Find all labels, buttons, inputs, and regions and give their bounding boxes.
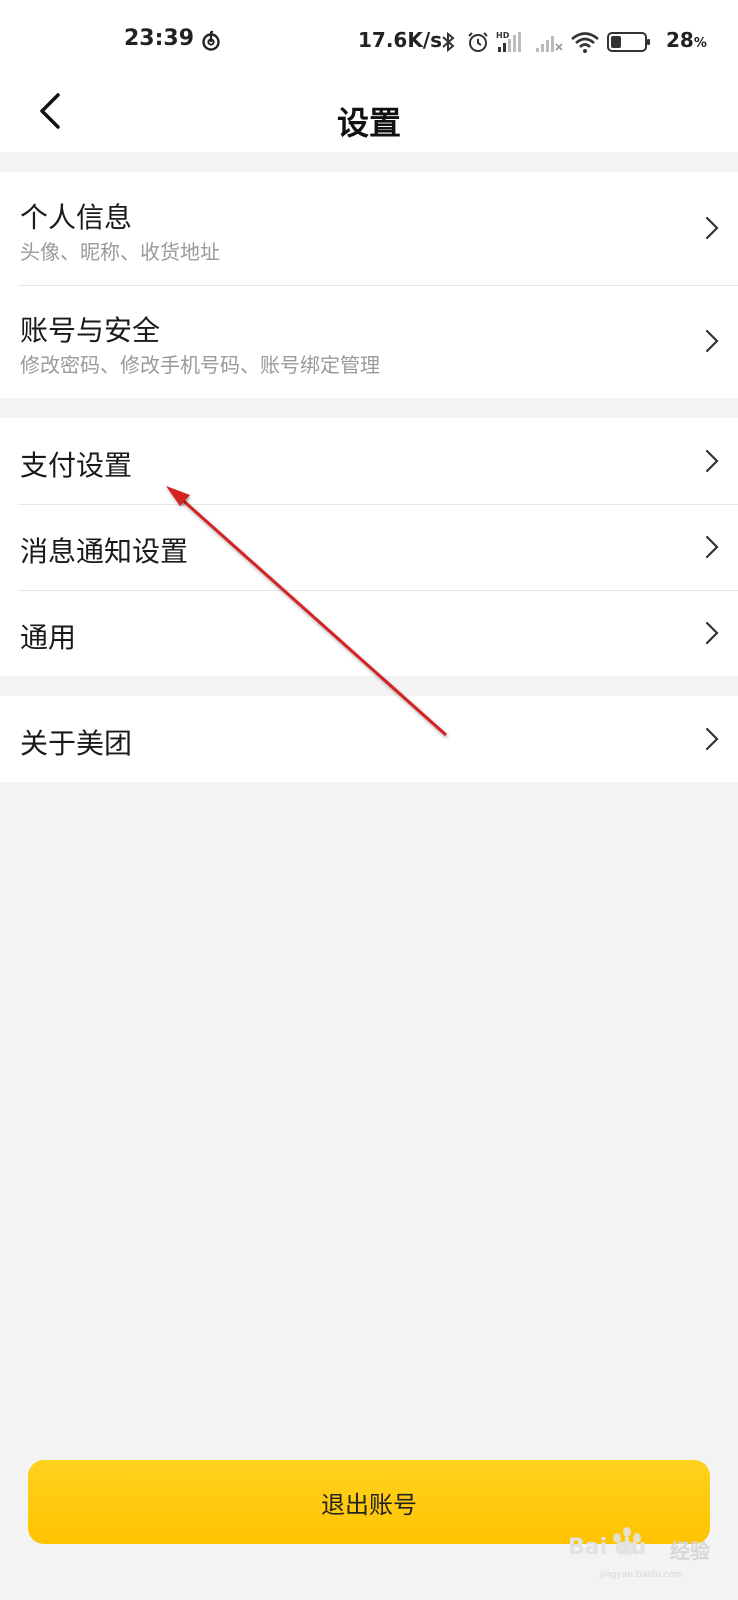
chevron-right-icon: [705, 727, 719, 751]
settings-group-account: 个人信息 头像、昵称、收货地址 账号与安全 修改密码、修改手机号码、账号绑定管理: [0, 172, 738, 398]
alarm-icon: [468, 32, 488, 52]
settings-item-subtitle: 头像、昵称、收货地址: [20, 240, 220, 264]
settings-group-about: 关于美团: [0, 696, 738, 782]
settings-item-label: 个人信息: [20, 201, 133, 234]
wifi-icon: [571, 32, 599, 53]
chevron-right-icon: [705, 449, 719, 473]
chevron-right-icon: [705, 329, 719, 353]
settings-item-label: 账号与安全: [20, 314, 161, 347]
chevron-right-icon: [705, 216, 719, 240]
settings-item-label: 关于美团: [20, 727, 133, 760]
battery-icon: [607, 32, 650, 52]
settings-item-personal-info[interactable]: 个人信息 头像、昵称、收货地址: [0, 172, 738, 285]
settings-item-notifications[interactable]: 消息通知设置: [0, 504, 738, 590]
signal-no-service-icon: [536, 36, 563, 52]
nav-bar: 设置: [0, 84, 738, 152]
chevron-right-icon: [705, 535, 719, 559]
settings-item-label: 消息通知设置: [20, 535, 189, 568]
signal-hd-icon: HD: [496, 31, 521, 52]
bluetooth-icon: [442, 31, 455, 53]
settings-item-label: 通用: [20, 621, 77, 654]
network-speed: 17.6K/s: [358, 28, 443, 52]
chevron-right-icon: [705, 621, 719, 645]
netease-music-icon: [202, 30, 220, 51]
hd-label: HD: [496, 31, 510, 40]
page-title: 设置: [336, 104, 401, 142]
settings-group-preferences: 支付设置 消息通知设置 通用: [0, 418, 738, 676]
settings-item-about-meituan[interactable]: 关于美团: [0, 696, 738, 782]
watermark-brand: Bai du: [568, 1535, 647, 1560]
battery-percent: 28%: [666, 28, 707, 52]
status-icons: HD: [436, 28, 652, 56]
watermark-url: jingyan.baidu.com: [600, 1570, 684, 1580]
settings-item-general[interactable]: 通用: [0, 590, 738, 676]
status-bar: 23:39 17.6K/s HD 28%: [0, 0, 738, 84]
watermark-text: 经验: [670, 1539, 710, 1563]
settings-item-payment[interactable]: 支付设置: [0, 418, 738, 504]
settings-item-label: 支付设置: [20, 449, 133, 482]
status-time: 23:39: [124, 26, 195, 51]
settings-item-account-security[interactable]: 账号与安全 修改密码、修改手机号码、账号绑定管理: [0, 285, 738, 398]
settings-item-subtitle: 修改密码、修改手机号码、账号绑定管理: [20, 353, 380, 377]
